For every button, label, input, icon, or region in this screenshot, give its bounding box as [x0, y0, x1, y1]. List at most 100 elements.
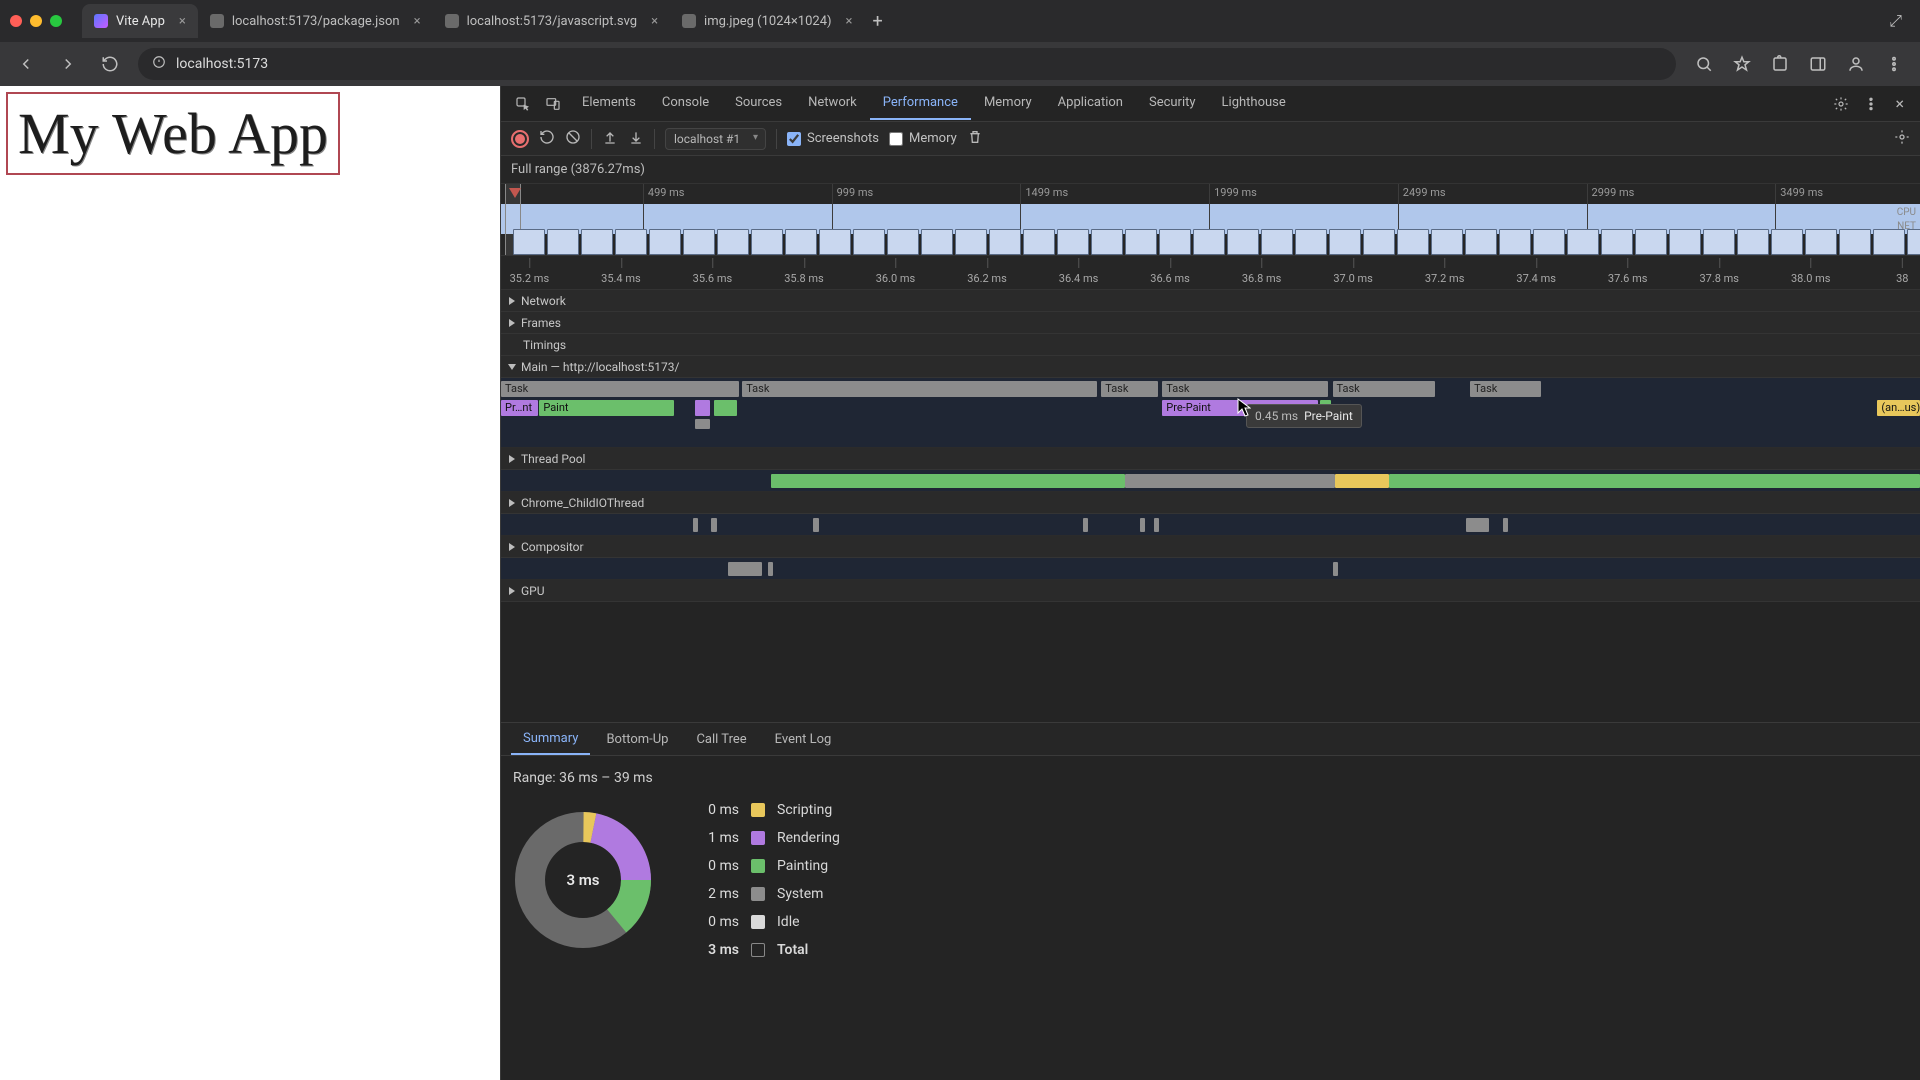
reload-record-button[interactable] [539, 129, 555, 149]
lane-seg[interactable] [768, 562, 774, 576]
filmstrip-frame[interactable] [649, 229, 681, 255]
tab-overflow-icon[interactable]: ⤢ [1881, 7, 1910, 35]
window-zoom-icon[interactable] [50, 15, 62, 27]
filmstrip-frame[interactable] [1193, 229, 1225, 255]
browser-tab-1[interactable]: localhost:5173/package.json × [198, 4, 433, 38]
flame-anon[interactable]: (an…us) [1877, 400, 1920, 416]
track-compositor[interactable]: Compositor [501, 536, 1920, 558]
track-main[interactable]: Main — http://localhost:5173/ [501, 356, 1920, 378]
devtools-tab-memory[interactable]: Memory [971, 87, 1045, 120]
filmstrip-frame[interactable] [1669, 229, 1701, 255]
flame-chip[interactable] [695, 400, 709, 416]
lane-seg[interactable] [1125, 474, 1335, 488]
track-frames[interactable]: Frames [501, 312, 1920, 334]
nav-reload-button[interactable] [96, 50, 124, 78]
filmstrip-frame[interactable] [615, 229, 647, 255]
filmstrip-frame[interactable] [1261, 229, 1293, 255]
lane-seg[interactable] [771, 474, 1126, 488]
devtools-close-button[interactable]: × [1887, 90, 1912, 117]
tab-close-icon[interactable]: × [846, 14, 853, 29]
filmstrip-frame[interactable] [1601, 229, 1633, 255]
track-gpu[interactable]: GPU [501, 580, 1920, 602]
tab-close-icon[interactable]: × [414, 14, 421, 29]
filmstrip-frame[interactable] [751, 229, 783, 255]
filmstrip-frame[interactable] [1703, 229, 1735, 255]
devtools-settings-icon[interactable] [1827, 90, 1855, 118]
perf-overview[interactable]: 499 ms999 ms1499 ms1999 ms2499 ms2999 ms… [501, 184, 1920, 256]
filmstrip-frame[interactable] [1635, 229, 1667, 255]
summary-tab-event-log[interactable]: Event Log [763, 725, 844, 754]
memory-checkbox[interactable]: Memory [889, 131, 957, 146]
flame-paint[interactable]: Paint [539, 400, 674, 416]
filmstrip-frame[interactable] [683, 229, 715, 255]
lane-seg[interactable] [1333, 562, 1339, 576]
filmstrip-frame[interactable] [921, 229, 953, 255]
screenshots-checkbox[interactable]: Screenshots [787, 131, 879, 146]
perf-settings-icon[interactable] [1894, 129, 1910, 149]
filmstrip-frame[interactable] [1771, 229, 1803, 255]
record-button[interactable] [511, 130, 529, 148]
filmstrip-frame[interactable] [1091, 229, 1123, 255]
summary-tab-call-tree[interactable]: Call Tree [684, 725, 758, 754]
devtools-tab-performance[interactable]: Performance [870, 87, 971, 120]
filmstrip-frame[interactable] [1295, 229, 1327, 255]
devtools-tab-security[interactable]: Security [1136, 87, 1209, 120]
new-tab-button[interactable]: + [864, 11, 890, 32]
bookmark-icon[interactable] [1728, 50, 1756, 78]
lane-seg[interactable] [693, 518, 699, 532]
tab-close-icon[interactable]: × [179, 14, 186, 29]
filmstrip-frame[interactable] [547, 229, 579, 255]
filmstrip-frame[interactable] [955, 229, 987, 255]
filmstrip-frame[interactable] [1363, 229, 1395, 255]
filmstrip-frame[interactable] [1431, 229, 1463, 255]
filmstrip-frame[interactable] [1465, 229, 1497, 255]
flame-task[interactable]: Task [1333, 381, 1435, 397]
filmstrip-frame[interactable] [819, 229, 851, 255]
browser-tab-0[interactable]: Vite App × [82, 4, 198, 38]
window-close-icon[interactable] [10, 15, 22, 27]
devtools-more-icon[interactable] [1857, 90, 1885, 118]
filmstrip-frame[interactable] [513, 229, 545, 255]
flame-chip[interactable] [714, 400, 737, 416]
flame-task[interactable]: Task [1470, 381, 1541, 397]
site-info-icon[interactable] [152, 55, 166, 73]
url-input[interactable]: localhost:5173 [138, 48, 1676, 80]
lane-seg[interactable] [1389, 474, 1920, 488]
browser-tab-2[interactable]: localhost:5173/javascript.svg × [433, 4, 670, 38]
filmstrip-frame[interactable] [1533, 229, 1565, 255]
devtools-tab-elements[interactable]: Elements [569, 87, 649, 120]
flame-task[interactable]: Task [501, 381, 739, 397]
filmstrip-frame[interactable] [1227, 229, 1259, 255]
summary-tab-bottom-up[interactable]: Bottom-Up [594, 725, 680, 754]
nav-forward-button[interactable] [54, 50, 82, 78]
compositor-body[interactable] [501, 558, 1920, 580]
filmstrip-frame[interactable] [785, 229, 817, 255]
flame-task[interactable]: Task [742, 381, 1097, 397]
download-profile-button[interactable] [628, 129, 644, 149]
devtools-tab-sources[interactable]: Sources [722, 87, 795, 120]
perf-flame-area[interactable]: Network Frames Timings Main — http://loc… [501, 290, 1920, 722]
filmstrip-frame[interactable] [1737, 229, 1769, 255]
thread-pool-body[interactable] [501, 470, 1920, 492]
nav-back-button[interactable] [12, 50, 40, 78]
upload-profile-button[interactable] [602, 129, 618, 149]
sidepanel-icon[interactable] [1804, 50, 1832, 78]
filmstrip-frame[interactable] [1023, 229, 1055, 255]
summary-tab-summary[interactable]: Summary [511, 724, 590, 755]
browser-tab-3[interactable]: img.jpeg (1024×1024) × [670, 4, 864, 38]
session-select[interactable]: localhost #1 [665, 128, 766, 150]
filmstrip-frame[interactable] [581, 229, 613, 255]
lane-seg[interactable] [1083, 518, 1089, 532]
flame-empty-area[interactable] [501, 602, 1920, 722]
flame-chip[interactable] [695, 419, 709, 429]
lane-seg[interactable] [1140, 518, 1146, 532]
track-child-io[interactable]: Chrome_ChildIOThread [501, 492, 1920, 514]
inspect-element-icon[interactable] [509, 90, 537, 118]
gc-button[interactable] [967, 129, 983, 149]
filmstrip-frame[interactable] [1499, 229, 1531, 255]
devtools-tab-network[interactable]: Network [795, 87, 870, 120]
filmstrip-frame[interactable] [717, 229, 749, 255]
main-track-body[interactable]: Task Task Task Task Task Task Pr…nt Pain… [501, 378, 1920, 448]
devtools-tab-application[interactable]: Application [1045, 87, 1136, 120]
track-thread-pool[interactable]: Thread Pool [501, 448, 1920, 470]
